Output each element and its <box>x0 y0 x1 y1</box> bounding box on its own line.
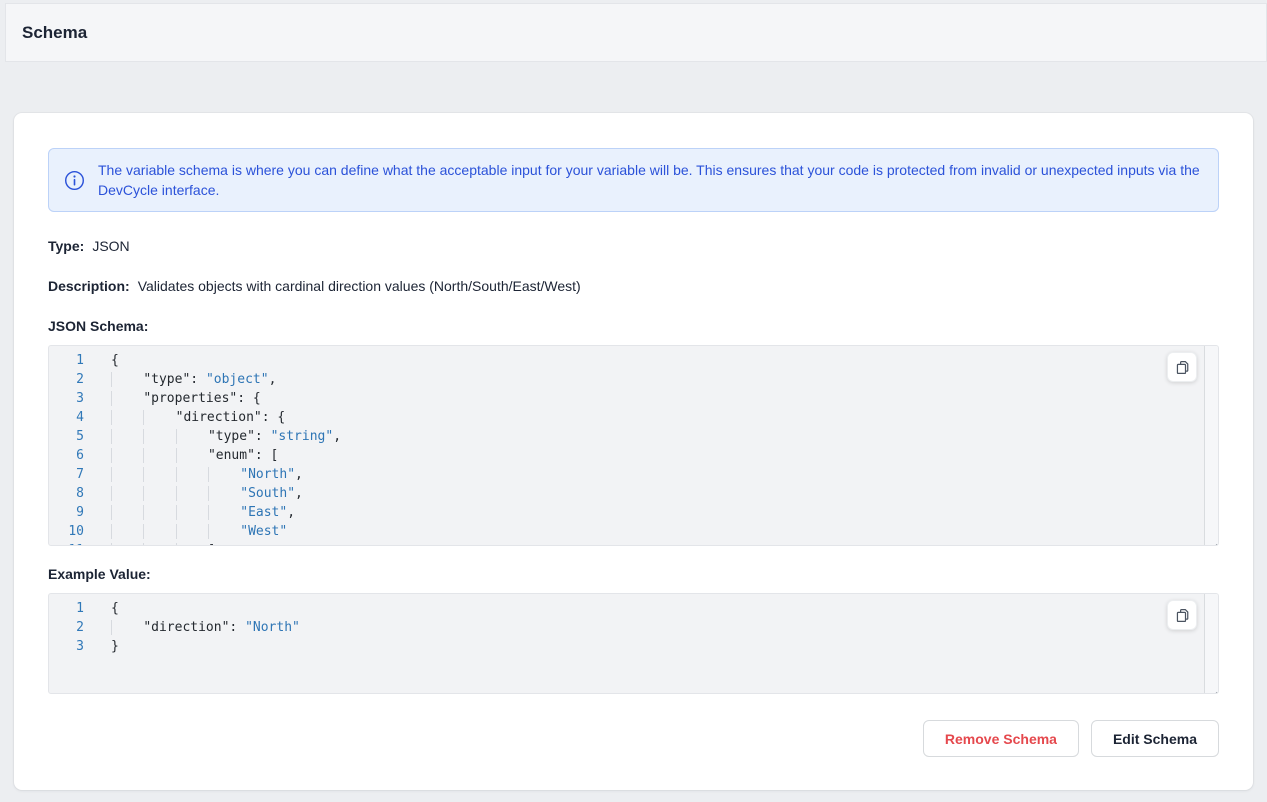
type-value: JSON <box>92 238 129 254</box>
page-header: Schema <box>5 3 1267 62</box>
example-value-label: Example Value: <box>48 566 1219 582</box>
code-line: "North", <box>111 465 341 484</box>
line-number-gutter: 123 <box>49 599 93 693</box>
resize-grip-icon[interactable] <box>1207 686 1219 694</box>
page-title: Schema <box>22 23 87 43</box>
copy-icon[interactable] <box>1167 352 1197 382</box>
code-line: "type": "object", <box>111 370 341 389</box>
line-number: 3 <box>49 637 84 656</box>
description-value: Validates objects with cardinal directio… <box>138 278 581 294</box>
edit-schema-button[interactable]: Edit Schema <box>1091 720 1219 757</box>
action-buttons: Remove Schema Edit Schema <box>923 720 1219 757</box>
vertical-scrollbar[interactable] <box>1204 346 1218 545</box>
line-number: 4 <box>49 408 84 427</box>
json-schema-editor[interactable]: 1234567891011 { "type": "object", "prope… <box>48 345 1219 546</box>
line-number: 7 <box>49 465 84 484</box>
json-schema-label: JSON Schema: <box>48 318 1219 334</box>
line-number: 2 <box>49 370 84 389</box>
vertical-scrollbar[interactable] <box>1204 594 1218 693</box>
type-row: Type: JSON <box>48 238 1219 254</box>
code-line: "enum": [ <box>111 446 341 465</box>
code-line: "direction": { <box>111 408 341 427</box>
code-line: "type": "string", <box>111 427 341 446</box>
code-line: "South", <box>111 484 341 503</box>
info-alert: The variable schema is where you can def… <box>48 148 1219 212</box>
code-line: { <box>111 599 300 618</box>
code-line: "properties": { <box>111 389 341 408</box>
line-number: 1 <box>49 599 84 618</box>
example-value-editor-content[interactable]: 123 { "direction": "North"} <box>49 594 1218 693</box>
description-row: Description: Validates objects with cardi… <box>48 278 1219 294</box>
line-number-gutter: 1234567891011 <box>49 351 93 545</box>
line-number: 10 <box>49 522 84 541</box>
info-circle-icon <box>64 170 85 191</box>
line-number: 1 <box>49 351 84 370</box>
code-line: } <box>111 637 300 656</box>
type-label: Type: <box>48 238 84 254</box>
code-pane[interactable]: { "type": "object", "properties": { "dir… <box>93 351 341 545</box>
line-number: 3 <box>49 389 84 408</box>
description-label: Description: <box>48 278 130 294</box>
json-schema-editor-content[interactable]: 1234567891011 { "type": "object", "prope… <box>49 346 1218 545</box>
line-number: 11 <box>49 541 84 546</box>
example-value-editor[interactable]: 123 { "direction": "North"} <box>48 593 1219 694</box>
resize-grip-icon[interactable] <box>1207 538 1219 546</box>
line-number: 6 <box>49 446 84 465</box>
line-number: 8 <box>49 484 84 503</box>
code-line: { <box>111 351 341 370</box>
code-line: "direction": "North" <box>111 618 300 637</box>
line-number: 9 <box>49 503 84 522</box>
code-pane[interactable]: { "direction": "North"} <box>93 599 300 693</box>
code-line: ] <box>111 541 341 546</box>
line-number: 5 <box>49 427 84 446</box>
code-line: "East", <box>111 503 341 522</box>
info-alert-text: The variable schema is where you can def… <box>98 160 1203 200</box>
copy-icon[interactable] <box>1167 600 1197 630</box>
code-line: "West" <box>111 522 341 541</box>
remove-schema-button[interactable]: Remove Schema <box>923 720 1079 757</box>
schema-card: The variable schema is where you can def… <box>14 113 1253 790</box>
line-number: 2 <box>49 618 84 637</box>
